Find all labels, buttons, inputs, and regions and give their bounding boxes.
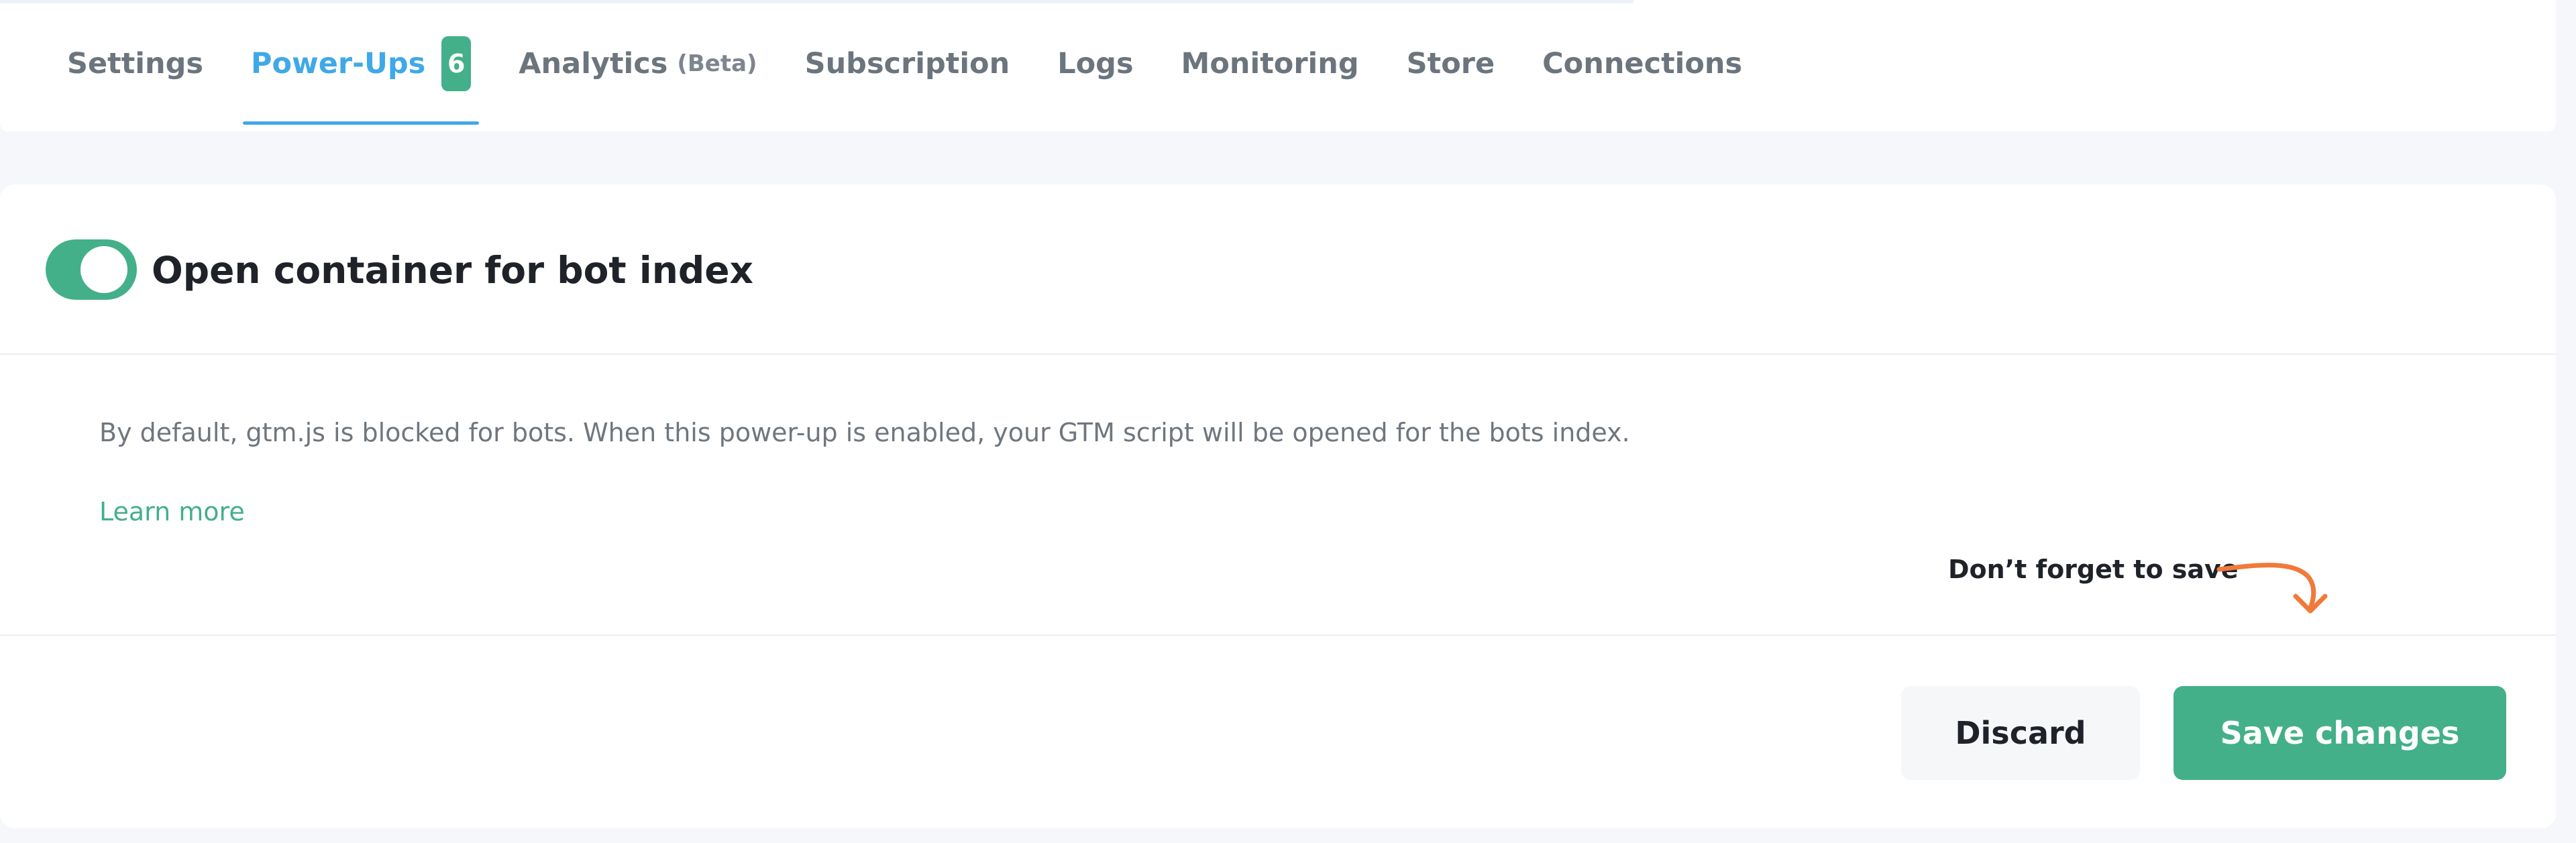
tab-label: Power-Ups [250, 47, 426, 80]
power-up-header: Open container for bot index [0, 184, 2556, 355]
tab-analytics[interactable]: Analytics (Beta) [519, 0, 757, 127]
power-up-card: Open container for bot index By default,… [0, 184, 2556, 828]
tab-label: Store [1406, 47, 1495, 80]
curved-arrow-icon [2216, 563, 2328, 614]
tabs-bar: Settings Power-Ups 6 Analytics (Beta) Su… [0, 0, 2556, 131]
power-ups-count-badge: 6 [441, 36, 472, 91]
tab-label: Logs [1057, 47, 1134, 80]
tab-label: Settings [67, 47, 203, 80]
tab-list: Settings Power-Ups 6 Analytics (Beta) Su… [67, 0, 1742, 127]
tab-monitoring[interactable]: Monitoring [1181, 0, 1359, 127]
discard-button[interactable]: Discard [1901, 686, 2140, 780]
tab-subscription[interactable]: Subscription [805, 0, 1010, 127]
save-reminder-text: Don’t forget to save [1948, 555, 2239, 584]
tab-power-ups[interactable]: Power-Ups 6 [242, 0, 480, 127]
beta-label: (Beta) [677, 50, 757, 77]
tab-label: Monitoring [1181, 47, 1359, 80]
tab-settings[interactable]: Settings [67, 0, 203, 127]
tab-logs[interactable]: Logs [1057, 0, 1133, 127]
learn-more-link[interactable]: Learn more [99, 497, 245, 526]
power-up-body: By default, gtm.js is blocked for bots. … [0, 353, 2556, 636]
power-up-description: By default, gtm.js is blocked for bots. … [99, 418, 1630, 447]
power-up-toggle[interactable] [46, 239, 137, 300]
tab-label: Connections [1542, 47, 1743, 80]
tab-label: Analytics [519, 47, 668, 80]
save-changes-button[interactable]: Save changes [2174, 686, 2506, 780]
tab-label: Subscription [804, 47, 1010, 80]
tab-store[interactable]: Store [1407, 0, 1495, 127]
action-bar: Discard Save changes [0, 636, 2556, 828]
power-up-title: Open container for bot index [152, 249, 753, 292]
tab-connections[interactable]: Connections [1542, 0, 1742, 127]
toggle-knob [80, 246, 127, 293]
